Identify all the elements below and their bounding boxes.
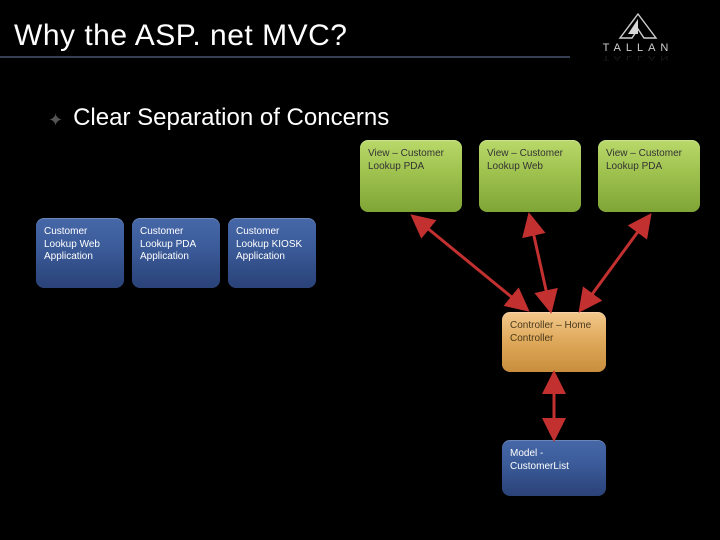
app-box: Customer Lookup KIOSK Application [228, 218, 316, 288]
view-row: View – Customer Lookup PDA View – Custom… [360, 140, 700, 212]
logo-reflection: TALLAN [603, 54, 674, 61]
app-box: Customer Lookup PDA Application [132, 218, 220, 288]
app-box: Customer Lookup Web Application [36, 218, 124, 288]
bullet-row: ✦ Clear Separation of Concerns [48, 104, 389, 132]
tallan-logo: TALLAN TALLAN [578, 12, 698, 66]
slide-title: Why the ASP. net MVC? [0, 19, 347, 53]
model-box: Model - CustomerList [502, 440, 606, 496]
bullet-icon: ✦ [48, 111, 63, 129]
left-app-boxes: Customer Lookup Web Application Customer… [36, 218, 316, 288]
logo-text: TALLAN [603, 42, 674, 54]
bullet-text: Clear Separation of Concerns [73, 104, 389, 132]
title-underline [0, 56, 570, 58]
logo-mark-icon [614, 12, 662, 40]
view-box: View – Customer Lookup PDA [360, 140, 462, 212]
mvc-diagram: View – Customer Lookup PDA View – Custom… [360, 140, 700, 520]
view-box: View – Customer Lookup PDA [598, 140, 700, 212]
controller-box: Controller – Home Controller [502, 312, 606, 372]
view-box: View – Customer Lookup Web [479, 140, 581, 212]
